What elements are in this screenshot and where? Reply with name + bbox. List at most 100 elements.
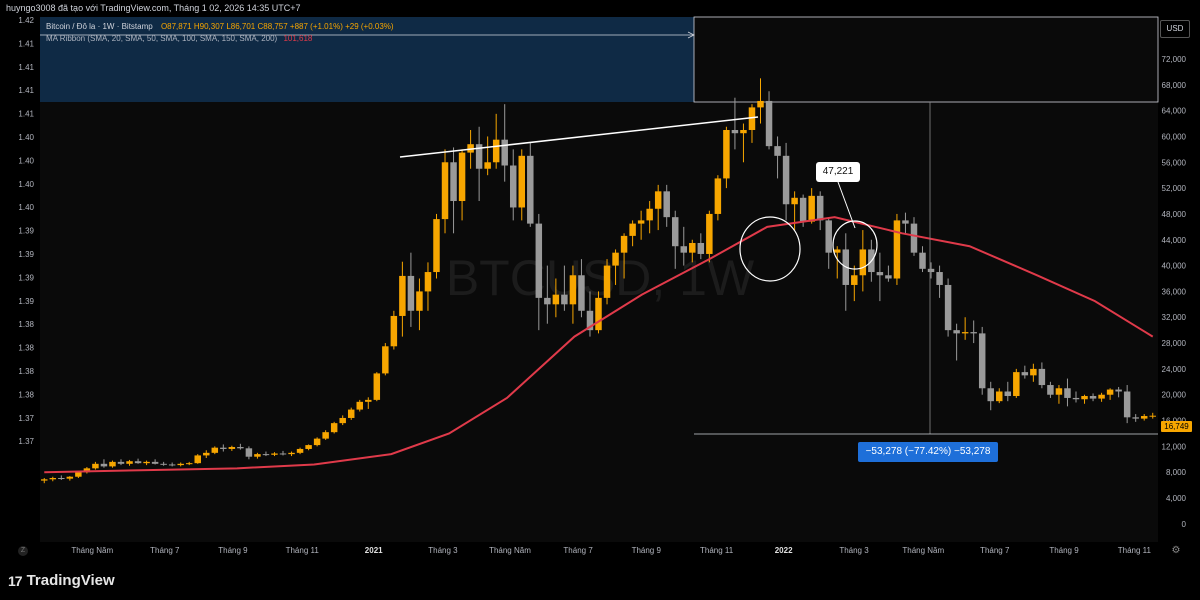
candle-body xyxy=(160,463,167,465)
candle-body xyxy=(1047,385,1054,395)
x-tick: Tháng Năm xyxy=(71,546,113,555)
timezone-button[interactable]: Z xyxy=(18,546,28,556)
candle-body xyxy=(347,409,355,418)
y-tick-left: 1.38 xyxy=(18,367,34,376)
x-tick: Tháng 3 xyxy=(428,546,458,555)
candle-body xyxy=(279,453,287,455)
y-tick-left: 1.39 xyxy=(18,227,34,236)
y-tick-right: 72,000 xyxy=(1162,55,1187,64)
candle-body xyxy=(919,252,926,269)
symbol-title[interactable]: Bitcoin / Đô la · 1W · Bitstamp xyxy=(46,22,153,31)
tradingview-logo[interactable]: 17 TradingView xyxy=(8,572,115,589)
price-chart[interactable]: BTCUSD, 1W04,0008,00012,00016,00020,0002… xyxy=(0,0,1200,560)
candle-body xyxy=(1004,391,1012,397)
candle-body xyxy=(509,165,517,208)
candle-body xyxy=(1038,368,1046,386)
candle-body xyxy=(740,129,747,134)
candle-body xyxy=(117,461,125,464)
candle-body xyxy=(1081,396,1088,400)
y-tick-right: 52,000 xyxy=(1162,184,1187,193)
candle-body xyxy=(382,346,389,374)
candle-body xyxy=(1030,368,1037,376)
y-tick-right: 4,000 xyxy=(1166,494,1187,503)
candle-body xyxy=(407,275,415,311)
candle-body xyxy=(305,445,312,449)
candle-body xyxy=(689,242,696,253)
candle-body xyxy=(288,452,295,455)
candle-body xyxy=(893,220,901,279)
x-tick: Tháng 9 xyxy=(632,546,662,555)
candle-body xyxy=(356,401,363,410)
candle-body xyxy=(1013,372,1020,397)
candle-body xyxy=(680,246,688,253)
candle-body xyxy=(1064,388,1071,398)
candle-body xyxy=(365,399,372,402)
y-tick-right: 64,000 xyxy=(1162,107,1187,116)
candle-body xyxy=(58,478,65,480)
candle-body xyxy=(390,315,398,347)
y-tick-left: 1.39 xyxy=(18,250,34,259)
y-tick-left: 1.39 xyxy=(18,273,34,282)
candle-body xyxy=(944,284,952,331)
candle-body xyxy=(808,195,815,222)
footer: 17 TradingView xyxy=(0,560,1200,600)
candle-body xyxy=(416,291,423,311)
candle-body xyxy=(1140,416,1148,419)
y-tick-right: 32,000 xyxy=(1162,313,1187,322)
candle-body xyxy=(203,452,210,456)
x-tick: 2022 xyxy=(775,546,793,555)
y-tick-right: 0 xyxy=(1182,520,1187,529)
candle-body xyxy=(1098,394,1105,399)
candle-body xyxy=(1115,389,1122,392)
candle-body xyxy=(1072,397,1080,400)
candle-body xyxy=(663,191,670,218)
candle-body xyxy=(271,453,278,455)
candle-body xyxy=(262,454,270,456)
candle-body xyxy=(825,220,832,253)
candle-body xyxy=(322,432,329,439)
candle-body xyxy=(41,479,48,481)
candle-body xyxy=(134,461,142,464)
candle-body xyxy=(1149,415,1156,417)
ma-value: 101,618 xyxy=(283,34,313,43)
y-tick-left: 1.40 xyxy=(18,133,34,142)
y-tick-left: 1.39 xyxy=(18,297,34,306)
candle-body xyxy=(458,152,466,202)
gear-icon[interactable]: ⚙ xyxy=(1170,545,1182,557)
candle-body xyxy=(399,275,406,316)
candle-body xyxy=(151,461,159,464)
y-tick-left: 1.41 xyxy=(18,63,34,72)
y-tick-right: 12,000 xyxy=(1162,442,1187,451)
candle-body xyxy=(552,294,560,305)
candle-body xyxy=(637,220,645,224)
x-tick: Tháng 7 xyxy=(563,546,593,555)
ma-legend: MA Ribbon (SMA, 20, SMA, 50, SMA, 100, S… xyxy=(46,34,312,43)
currency-button[interactable]: USD xyxy=(1160,20,1190,38)
symbol-legend: Bitcoin / Đô la · 1W · Bitstamp O87,871 … xyxy=(46,22,394,31)
y-tick-left: 1.38 xyxy=(18,320,34,329)
candle-body xyxy=(731,129,739,134)
candle-body xyxy=(620,235,628,253)
candle-body xyxy=(109,461,116,467)
candle-body xyxy=(654,191,662,209)
ma-label[interactable]: MA Ribbon (SMA, 20, SMA, 50, SMA, 100, S… xyxy=(46,34,277,43)
candle-body xyxy=(313,438,321,446)
candle-body xyxy=(185,463,193,465)
candle-body xyxy=(126,461,133,464)
candle-body xyxy=(450,162,457,202)
candle-body xyxy=(501,139,508,166)
y-tick-left: 1.37 xyxy=(18,414,34,423)
y-tick-right: 8,000 xyxy=(1166,468,1187,477)
candle-body xyxy=(876,272,884,276)
candle-body xyxy=(714,178,722,214)
candle-body xyxy=(859,249,867,276)
candle-body xyxy=(433,219,440,273)
ohlc-values: O87,871 H90,307 L86,701 C88,757 +887 (+1… xyxy=(160,22,394,31)
candle-body xyxy=(194,455,201,464)
candle-body xyxy=(66,476,74,479)
candle-body xyxy=(612,252,619,266)
candle-body xyxy=(237,447,244,449)
candle-body xyxy=(748,107,756,130)
tradingview-logo-icon: 17 xyxy=(8,572,23,589)
candle-body xyxy=(1055,388,1063,395)
